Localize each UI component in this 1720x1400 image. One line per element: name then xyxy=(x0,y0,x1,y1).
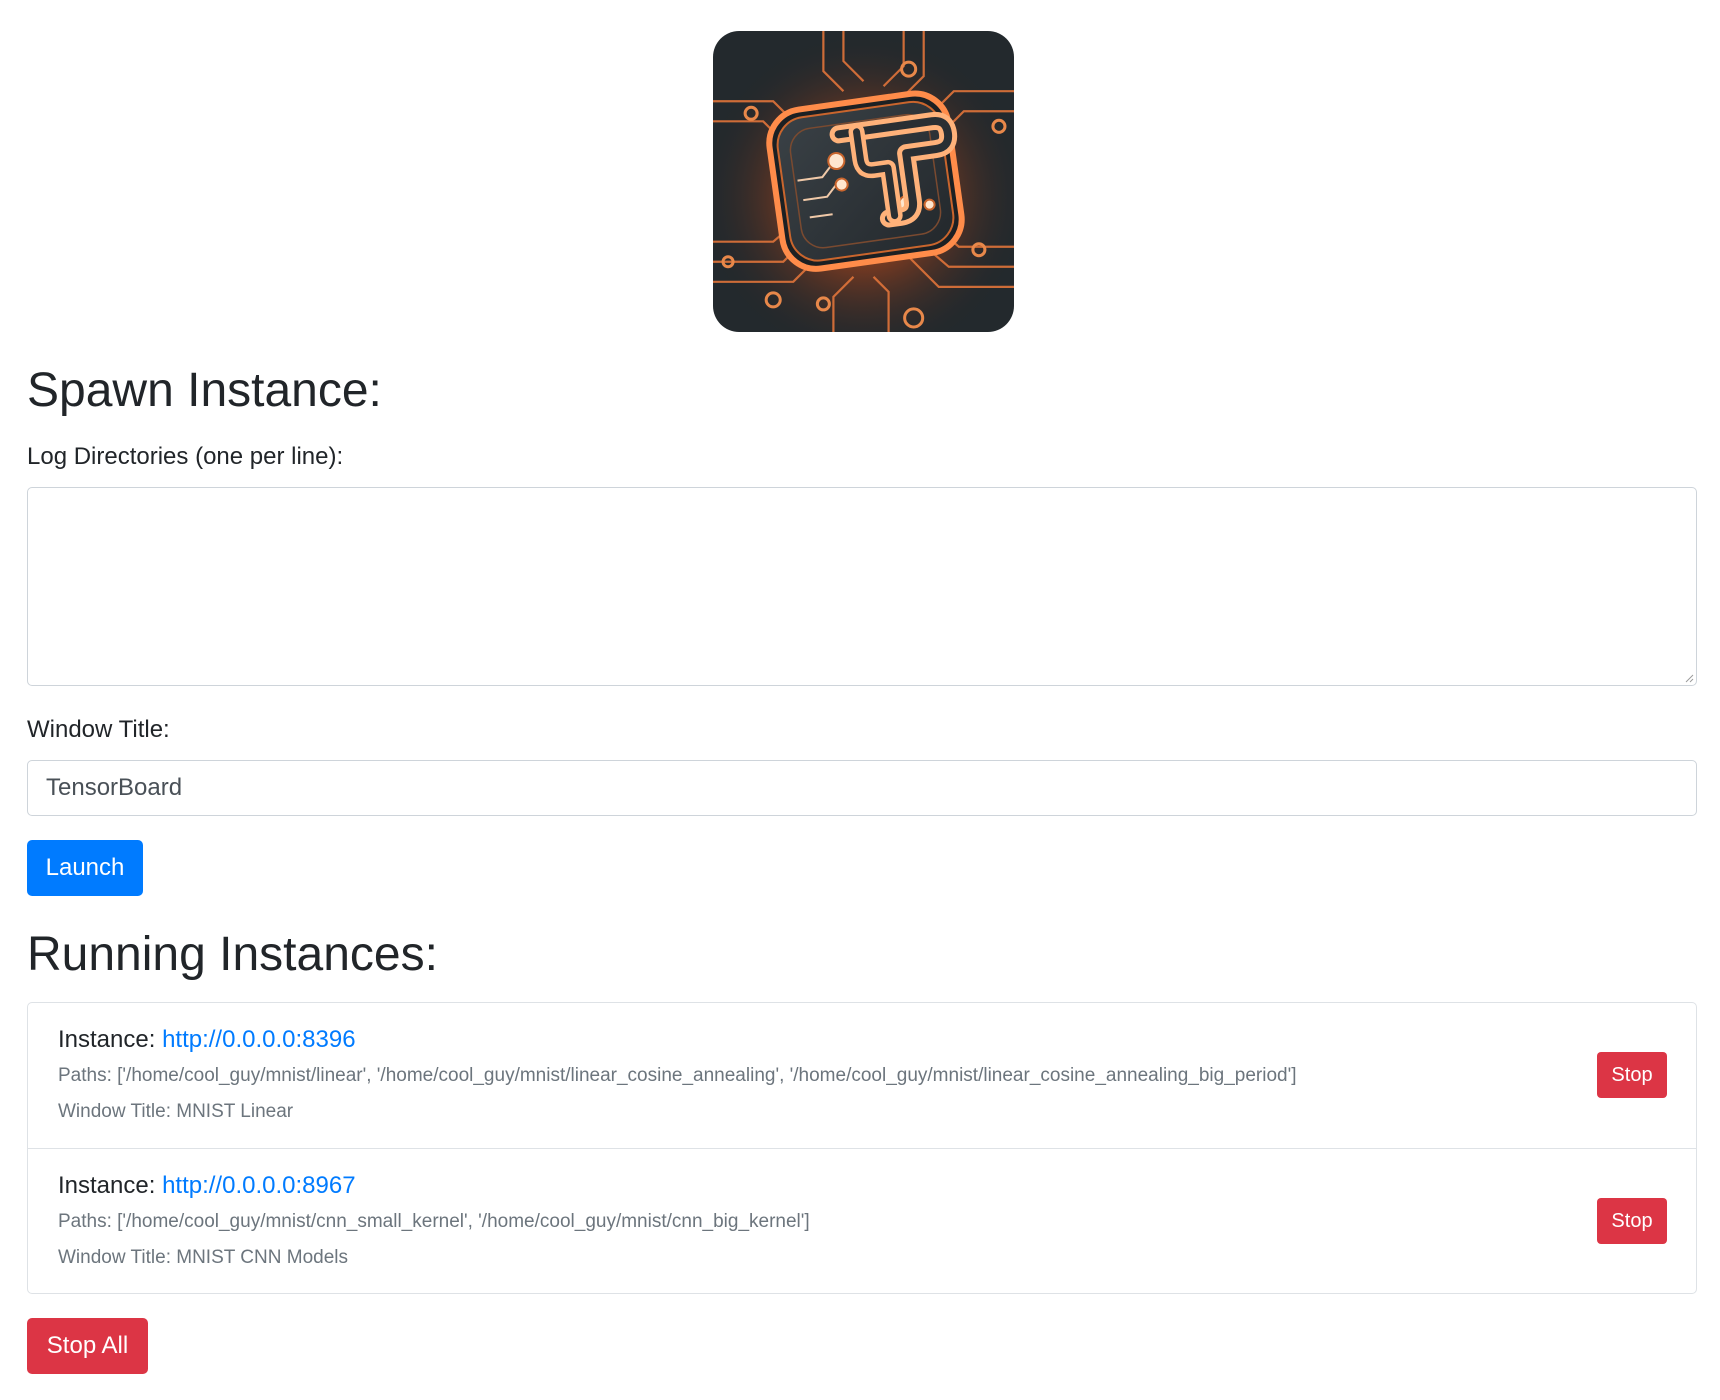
spawn-instance-heading: Spawn Instance: xyxy=(27,364,382,417)
running-instances-list: Instance: http://0.0.0.0:8396 Paths: ['/… xyxy=(27,1002,1697,1294)
instance-line: Instance: http://0.0.0.0:8396 xyxy=(58,1026,356,1054)
instance-paths: Paths: ['/home/cool_guy/mnist/linear', '… xyxy=(58,1065,1297,1086)
running-instances-heading: Running Instances: xyxy=(27,928,438,981)
log-directories-textarea[interactable] xyxy=(27,487,1697,686)
instance-item: Instance: http://0.0.0.0:8396 Paths: ['/… xyxy=(28,1003,1696,1148)
resize-grip-icon[interactable] xyxy=(1684,673,1694,683)
tensorboard-circuit-logo-icon xyxy=(713,31,1014,332)
instance-paths: Paths: ['/home/cool_guy/mnist/cnn_small_… xyxy=(58,1211,810,1232)
tensorboard-logo xyxy=(713,31,1014,332)
stop-instance-button[interactable]: Stop xyxy=(1597,1198,1667,1244)
instance-prefix: Instance: xyxy=(58,1026,163,1053)
window-title-label: Window Title: xyxy=(27,716,170,743)
launch-button[interactable]: Launch xyxy=(27,840,143,896)
instance-url-link[interactable]: http://0.0.0.0:8967 xyxy=(162,1172,356,1199)
instance-item: Instance: http://0.0.0.0:8967 Paths: ['/… xyxy=(28,1148,1696,1294)
instance-window-title: Window Title: MNIST Linear xyxy=(58,1101,294,1122)
log-directories-label: Log Directories (one per line): xyxy=(27,443,344,470)
stop-instance-button[interactable]: Stop xyxy=(1597,1052,1667,1098)
instance-url-link[interactable]: http://0.0.0.0:8396 xyxy=(162,1026,356,1053)
page: Spawn Instance: Log Directories (one per… xyxy=(0,0,1720,1400)
instance-line: Instance: http://0.0.0.0:8967 xyxy=(58,1172,356,1200)
instance-window-title: Window Title: MNIST CNN Models xyxy=(58,1247,348,1268)
stop-all-button[interactable]: Stop All xyxy=(27,1318,148,1374)
window-title-input[interactable]: TensorBoard xyxy=(27,760,1697,816)
instance-prefix: Instance: xyxy=(58,1172,163,1199)
